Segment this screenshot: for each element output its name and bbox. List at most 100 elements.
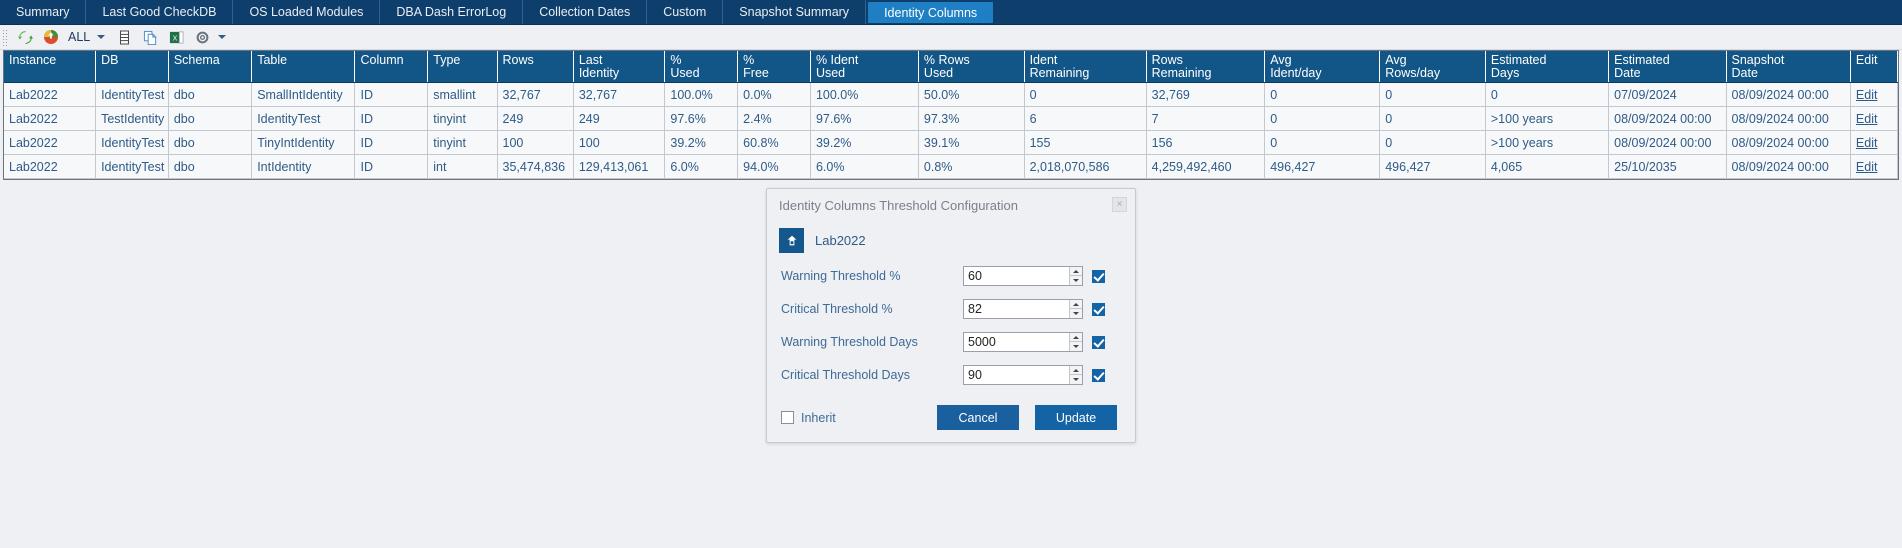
cell-avg-rows-day: 0	[1379, 82, 1486, 107]
cell-estimated-days: 4,065	[1485, 154, 1610, 179]
stepper-buttons-warning-threshold-days[interactable]	[1068, 333, 1082, 351]
label-warning-threshold-days: Warning Threshold Days	[781, 335, 918, 349]
cell-instance: Lab2022	[4, 82, 97, 107]
cancel-button[interactable]: Cancel	[937, 405, 1019, 430]
edit-link[interactable]: Edit	[1856, 112, 1878, 126]
stepper-critical-threshold[interactable]	[963, 299, 1083, 319]
column-header-free[interactable]: % Free	[737, 51, 811, 83]
column-header-ident-used[interactable]: % Ident Used	[810, 51, 919, 83]
input-critical-threshold[interactable]	[964, 300, 1069, 318]
cell-last-identity: 129,413,061	[573, 154, 666, 179]
excel-export-icon[interactable]: X	[165, 27, 187, 48]
column-header-avg-rows-day[interactable]: Avg Rows/day	[1379, 51, 1486, 83]
column-header-edit[interactable]: Edit	[1850, 51, 1899, 83]
tab-dba-dash-errorlog[interactable]: DBA Dash ErrorLog	[380, 0, 524, 24]
stepper-warning-threshold[interactable]	[963, 266, 1083, 286]
column-header-db[interactable]: DB	[95, 51, 169, 83]
update-button[interactable]: Update	[1035, 405, 1117, 430]
identity-columns-grid: Instance DB Schema Table Column Type Rows Last …	[3, 50, 1899, 180]
column-header-used[interactable]: % Used	[664, 51, 739, 83]
tab-collection-dates[interactable]: Collection Dates	[523, 0, 648, 24]
stepper-up-icon[interactable]	[1069, 300, 1082, 309]
cell-edit[interactable]: Edit	[1850, 106, 1899, 131]
cell-free: 94.0%	[737, 154, 811, 179]
tab-os-loaded-modules[interactable]: OS Loaded Modules	[233, 0, 381, 24]
column-header-column[interactable]: Column	[354, 51, 429, 83]
cell-edit[interactable]: Edit	[1850, 130, 1899, 155]
gear-icon[interactable]	[191, 27, 213, 48]
enable-checkbox-warning-threshold-days[interactable]	[1092, 335, 1105, 349]
column-header-snapshot-date[interactable]: Snapshot Date	[1726, 51, 1851, 83]
dialog-instance: Lab2022	[767, 213, 1135, 253]
edit-link[interactable]: Edit	[1856, 136, 1878, 150]
label-critical-threshold-days: Critical Threshold Days	[781, 368, 910, 382]
tab-last-good-checkdb[interactable]: Last Good CheckDB	[86, 0, 234, 24]
tab-snapshot-summary[interactable]: Snapshot Summary	[723, 0, 867, 24]
enable-checkbox-critical-threshold[interactable]	[1092, 302, 1105, 316]
column-header-rows-used[interactable]: % Rows Used	[918, 51, 1025, 83]
cell-edit[interactable]: Edit	[1850, 82, 1899, 107]
cell-ident-remaining: 6	[1024, 106, 1147, 131]
columns-icon[interactable]	[113, 27, 135, 48]
cell-last-identity: 100	[573, 130, 666, 155]
stepper-up-icon[interactable]	[1069, 267, 1082, 276]
cell-snapshot-date: 08/09/2024 00:00	[1726, 154, 1851, 179]
stepper-critical-threshold-days[interactable]	[963, 365, 1083, 385]
column-header-last-identity[interactable]: Last Identity	[573, 51, 666, 83]
dialog-title: Identity Columns Threshold Configuration	[779, 198, 1018, 213]
column-header-rows[interactable]: Rows	[497, 51, 574, 83]
column-header-table[interactable]: Table	[251, 51, 356, 83]
globe-filter-icon[interactable]	[40, 27, 62, 48]
chevron-down-icon[interactable]	[97, 35, 106, 39]
enable-checkbox-warning-threshold[interactable]	[1092, 269, 1105, 283]
inherit-label: Inherit	[801, 410, 836, 425]
table-row[interactable]: Lab2022 IdentityTest dbo SmallIntIdentity ID…	[4, 82, 1899, 107]
edit-link[interactable]: Edit	[1856, 160, 1878, 174]
copy-icon[interactable]	[139, 27, 161, 48]
stepper-buttons-critical-threshold[interactable]	[1068, 300, 1082, 318]
toolbar-grip[interactable]	[2, 28, 8, 46]
column-header-estimated-date[interactable]: Estimated Date	[1608, 51, 1727, 83]
tab-summary[interactable]: Summary	[0, 0, 87, 24]
cell-db: IdentityTest	[95, 82, 169, 107]
tab-identity-columns[interactable]: Identity Columns	[868, 2, 994, 23]
inherit-option[interactable]: Inherit	[781, 411, 836, 425]
stepper-down-icon[interactable]	[1070, 276, 1082, 285]
stepper-down-icon[interactable]	[1070, 375, 1082, 384]
cell-rows: 249	[497, 106, 574, 131]
input-critical-threshold-days[interactable]	[964, 366, 1069, 384]
enable-checkbox-critical-threshold-days[interactable]	[1092, 368, 1105, 382]
column-header-rows-remaining[interactable]: Rows Remaining	[1146, 51, 1266, 83]
cell-edit[interactable]: Edit	[1850, 154, 1899, 179]
column-header-type[interactable]: Type	[427, 51, 498, 83]
cell-schema: dbo	[168, 130, 253, 155]
column-header-schema[interactable]: Schema	[168, 51, 253, 83]
cell-snapshot-date: 08/09/2024 00:00	[1726, 130, 1851, 155]
cell-type: int	[427, 154, 498, 179]
stepper-up-icon[interactable]	[1069, 333, 1082, 342]
input-warning-threshold[interactable]	[964, 267, 1069, 285]
settings-chevron-down-icon[interactable]	[218, 35, 227, 39]
inherit-checkbox[interactable]	[781, 411, 794, 424]
cell-rows-remaining: 7	[1146, 106, 1266, 131]
stepper-buttons-critical-threshold-days[interactable]	[1068, 366, 1082, 384]
cell-type: smallint	[427, 82, 498, 107]
refresh-icon[interactable]	[14, 27, 36, 48]
table-row[interactable]: Lab2022 IdentityTest dbo IntIdentity ID int 35…	[4, 154, 1899, 179]
table-row[interactable]: Lab2022 IdentityTest dbo TinyIntIdentity ID t…	[4, 130, 1899, 155]
column-header-instance[interactable]: Instance	[4, 51, 97, 83]
column-header-ident-remaining[interactable]: Ident Remaining	[1024, 51, 1147, 83]
close-icon[interactable]: ×	[1112, 197, 1127, 212]
table-row[interactable]: Lab2022 TestIdentity dbo IdentityTest ID tiny…	[4, 106, 1899, 131]
stepper-buttons-warning-threshold[interactable]	[1068, 267, 1082, 285]
input-warning-threshold-days[interactable]	[964, 333, 1069, 351]
edit-link[interactable]: Edit	[1856, 88, 1878, 102]
column-header-estimated-days[interactable]: Estimated Days	[1485, 51, 1610, 83]
column-header-avg-ident-day[interactable]: Avg Ident/day	[1264, 51, 1381, 83]
stepper-down-icon[interactable]	[1070, 309, 1082, 318]
stepper-up-icon[interactable]	[1069, 366, 1082, 375]
tab-custom[interactable]: Custom	[647, 0, 724, 24]
stepper-down-icon[interactable]	[1070, 342, 1082, 351]
filter-label[interactable]: ALL	[66, 30, 92, 44]
stepper-warning-threshold-days[interactable]	[963, 332, 1083, 352]
